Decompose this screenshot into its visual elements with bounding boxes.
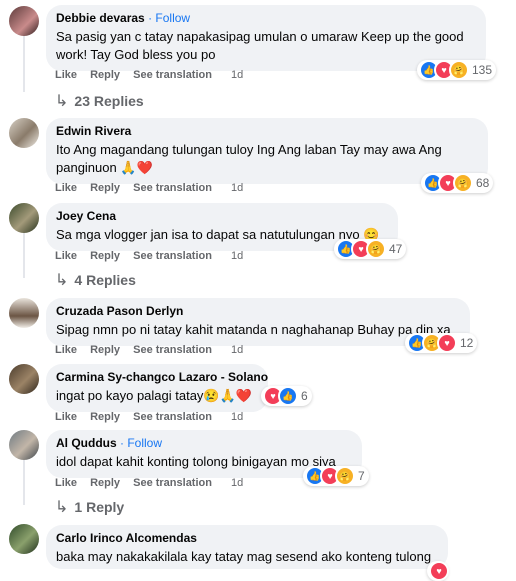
reaction-count: 6	[301, 389, 308, 403]
comment-actions: Like Reply See translation 1d	[55, 344, 253, 356]
comment-text: ingat po kayo palagi tatay😢🙏❤️	[56, 388, 252, 403]
comment-bubble: Edwin Rivera Ito Ang magandang tulungan …	[46, 118, 488, 184]
view-replies-button[interactable]: ↳ 4 Replies	[55, 270, 136, 290]
reactions-summary[interactable]: 👍 ♥ 🤗 135	[417, 60, 497, 80]
comment-actions: Like Reply See translation 1d	[55, 69, 253, 81]
reply-button[interactable]: Reply	[90, 344, 120, 356]
reactions-summary[interactable]: 👍 ♥ 🤗 68	[421, 173, 494, 193]
like-button[interactable]: Like	[55, 344, 77, 356]
comment-actions: Like Reply See translation 1d	[55, 411, 253, 423]
commenter-name[interactable]: Edwin Rivera	[56, 124, 478, 139]
care-icon: 🤗	[366, 239, 386, 259]
comment-actions: Like Reply See translation 1d	[55, 250, 253, 262]
see-translation-button[interactable]: See translation	[133, 182, 212, 194]
see-translation-button[interactable]: See translation	[133, 411, 212, 423]
comment-bubble: Carmina Sy-changco Lazaro - Solano ingat…	[46, 364, 268, 412]
thread-line	[23, 34, 25, 92]
reply-arrow-icon: ↳	[55, 499, 69, 516]
reaction-count: 135	[472, 63, 493, 77]
reply-button[interactable]: Reply	[90, 477, 120, 489]
see-translation-button[interactable]: See translation	[133, 344, 212, 356]
comment-text: Sa pasig yan c tatay napakasipag umulan …	[56, 29, 464, 62]
reply-button[interactable]: Reply	[90, 250, 120, 262]
comment-bubble: Carlo Irinco Alcomendas baka may nakakak…	[46, 525, 448, 569]
timestamp[interactable]: 1d	[231, 344, 243, 356]
reaction-count: 12	[460, 336, 474, 350]
like-button[interactable]: Like	[55, 477, 77, 489]
like-button[interactable]: Like	[55, 182, 77, 194]
like-button[interactable]: Like	[55, 250, 77, 262]
commenter-name[interactable]: Al Quddus · Follow	[56, 436, 352, 451]
reactions-summary[interactable]: ♥ 👍 6	[261, 386, 312, 406]
reaction-count: 68	[476, 176, 490, 190]
avatar[interactable]	[9, 524, 39, 554]
reply-button[interactable]: Reply	[90, 182, 120, 194]
see-translation-button[interactable]: See translation	[133, 250, 212, 262]
avatar[interactable]	[9, 430, 39, 460]
avatar[interactable]	[9, 298, 39, 328]
commenter-name[interactable]: Carlo Irinco Alcomendas	[56, 531, 438, 546]
avatar[interactable]	[9, 364, 39, 394]
view-replies-button[interactable]: ↳ 1 Reply	[55, 497, 124, 517]
see-translation-button[interactable]: See translation	[133, 477, 212, 489]
comment-text: baka may nakakakilala kay tatay mag sese…	[56, 549, 432, 564]
comment-actions: Like Reply See translation 1d	[55, 477, 253, 489]
reply-arrow-icon: ↳	[55, 272, 69, 289]
reply-arrow-icon: ↳	[55, 93, 69, 110]
avatar[interactable]	[9, 118, 39, 148]
comment-actions: Like Reply See translation 1d	[55, 182, 253, 194]
reply-button[interactable]: Reply	[90, 411, 120, 423]
commenter-name[interactable]: Debbie devaras · Follow	[56, 11, 476, 26]
commenter-name[interactable]: Joey Cena	[56, 209, 388, 224]
reactions-summary[interactable]: ♥	[427, 561, 449, 581]
timestamp[interactable]: 1d	[231, 182, 243, 194]
timestamp[interactable]: 1d	[231, 411, 243, 423]
care-icon: 🤗	[335, 466, 355, 486]
like-icon: 👍	[278, 386, 298, 406]
avatar[interactable]	[9, 203, 39, 233]
comment-text: Ito Ang magandang tulungan tuloy Ing Ang…	[56, 142, 442, 175]
see-translation-button[interactable]: See translation	[133, 69, 212, 81]
reactions-summary[interactable]: 👍 ♥ 🤗 7	[303, 466, 369, 486]
like-button[interactable]: Like	[55, 69, 77, 81]
timestamp[interactable]: 1d	[231, 250, 243, 262]
love-icon: ♥	[437, 333, 457, 353]
reply-button[interactable]: Reply	[90, 69, 120, 81]
reaction-count: 47	[389, 242, 403, 256]
reactions-summary[interactable]: 👍 ♥ 🤗 47	[334, 239, 407, 259]
reaction-count: 7	[358, 469, 365, 483]
love-icon: ♥	[429, 561, 449, 581]
care-icon: 🤗	[453, 173, 473, 193]
care-icon: 🤗	[449, 60, 469, 80]
commenter-name[interactable]: Cruzada Pason Derlyn	[56, 304, 460, 319]
like-button[interactable]: Like	[55, 411, 77, 423]
comment-text: Sipag nmn po ni tatay kahit matanda n na…	[56, 322, 451, 337]
avatar[interactable]	[9, 6, 39, 36]
reactions-summary[interactable]: 👍 🤗 ♥ 12	[405, 333, 478, 353]
timestamp[interactable]: 1d	[231, 477, 243, 489]
follow-link[interactable]: · Follow	[148, 11, 190, 25]
commenter-name[interactable]: Carmina Sy-changco Lazaro - Solano	[56, 370, 268, 385]
thread-line	[23, 460, 25, 505]
thread-line	[23, 233, 25, 278]
follow-link[interactable]: · Follow	[120, 436, 162, 450]
timestamp[interactable]: 1d	[231, 69, 243, 81]
view-replies-button[interactable]: ↳ 23 Replies	[55, 91, 144, 111]
